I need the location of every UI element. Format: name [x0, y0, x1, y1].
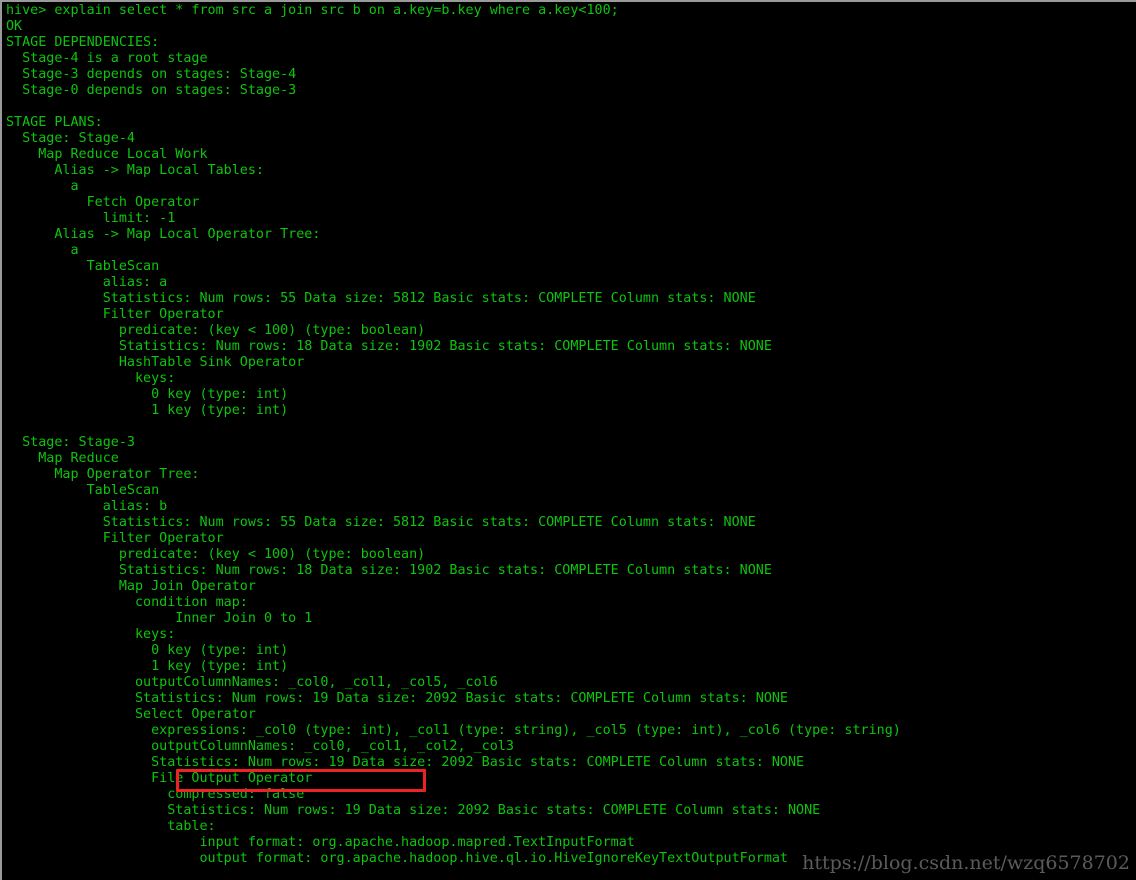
terminal-line: 0 key (type: int) — [6, 643, 289, 658]
terminal-line: Statistics: Num rows: 55 Data size: 5812… — [6, 515, 756, 530]
terminal-line: expressions: _col0 (type: int), _col1 (t… — [6, 723, 901, 738]
terminal-line: TableScan — [6, 483, 160, 498]
terminal-line: Map Reduce Local Work — [6, 147, 208, 162]
terminal-window[interactable]: hive> explain select * from src a join s… — [0, 0, 1136, 880]
terminal-line: Inner Join 0 to 1 — [6, 611, 313, 626]
terminal-line: alias: b — [6, 499, 168, 514]
terminal-line: Stage-4 is a root stage — [6, 51, 208, 66]
terminal-output: hive> explain select * from src a join s… — [6, 3, 901, 867]
terminal-line: STAGE PLANS: — [6, 115, 103, 130]
terminal-line: limit: -1 — [6, 211, 176, 226]
terminal-line: Filter Operator — [6, 307, 224, 322]
terminal-line: Statistics: Num rows: 19 Data size: 2092… — [6, 755, 805, 770]
terminal-line: Statistics: Num rows: 18 Data size: 1902… — [6, 339, 772, 354]
terminal-line: Fetch Operator — [6, 195, 200, 210]
terminal-line: Alias -> Map Local Operator Tree: — [6, 227, 321, 242]
terminal-line: a — [6, 243, 79, 258]
terminal-line: Statistics: Num rows: 19 Data size: 2092… — [6, 803, 821, 818]
terminal-line: a — [6, 179, 79, 194]
terminal-line: Statistics: Num rows: 19 Data size: 2092… — [6, 691, 788, 706]
terminal-line: HashTable Sink Operator — [6, 355, 305, 370]
terminal-line: Alias -> Map Local Tables: — [6, 163, 264, 178]
terminal-line: Stage-3 depends on stages: Stage-4 — [6, 67, 297, 82]
terminal-line: table: — [6, 819, 216, 834]
terminal-line: Statistics: Num rows: 18 Data size: 1902… — [6, 563, 772, 578]
terminal-line: compressed: false — [6, 787, 305, 802]
terminal-line: TableScan — [6, 259, 160, 274]
terminal-line: Map Join Operator — [6, 579, 256, 594]
terminal-line: keys: — [6, 371, 176, 386]
terminal-line: Select Operator — [6, 707, 256, 722]
terminal-line: outputColumnNames: _col0, _col1, _col2, … — [6, 739, 514, 754]
terminal-line: Stage-0 depends on stages: Stage-3 — [6, 83, 297, 98]
terminal-line: predicate: (key < 100) (type: boolean) — [6, 323, 426, 338]
terminal-line: Map Reduce — [6, 451, 119, 466]
terminal-line: 0 key (type: int) — [6, 387, 289, 402]
terminal-line: Statistics: Num rows: 55 Data size: 5812… — [6, 291, 756, 306]
terminal-line: Stage: Stage-4 — [6, 131, 135, 146]
terminal-line: Filter Operator — [6, 531, 224, 546]
terminal-line: output format: org.apache.hadoop.hive.ql… — [6, 851, 788, 866]
terminal-line: alias: a — [6, 275, 168, 290]
terminal-line: input format: org.apache.hadoop.mapred.T… — [6, 835, 635, 850]
terminal-line: hive> explain select * from src a join s… — [6, 3, 619, 18]
terminal-line: outputColumnNames: _col0, _col1, _col5, … — [6, 675, 498, 690]
terminal-line: OK — [6, 19, 23, 34]
terminal-line: 1 key (type: int) — [6, 403, 289, 418]
terminal-line: File Output Operator — [6, 771, 313, 786]
terminal-line: STAGE DEPENDENCIES: — [6, 35, 160, 50]
terminal-line: Map Operator Tree: — [6, 467, 200, 482]
terminal-line: keys: — [6, 627, 176, 642]
terminal-line: 1 key (type: int) — [6, 659, 289, 674]
terminal-line: condition map: — [6, 595, 248, 610]
terminal-line: Stage: Stage-3 — [6, 435, 135, 450]
terminal-line: predicate: (key < 100) (type: boolean) — [6, 547, 426, 562]
